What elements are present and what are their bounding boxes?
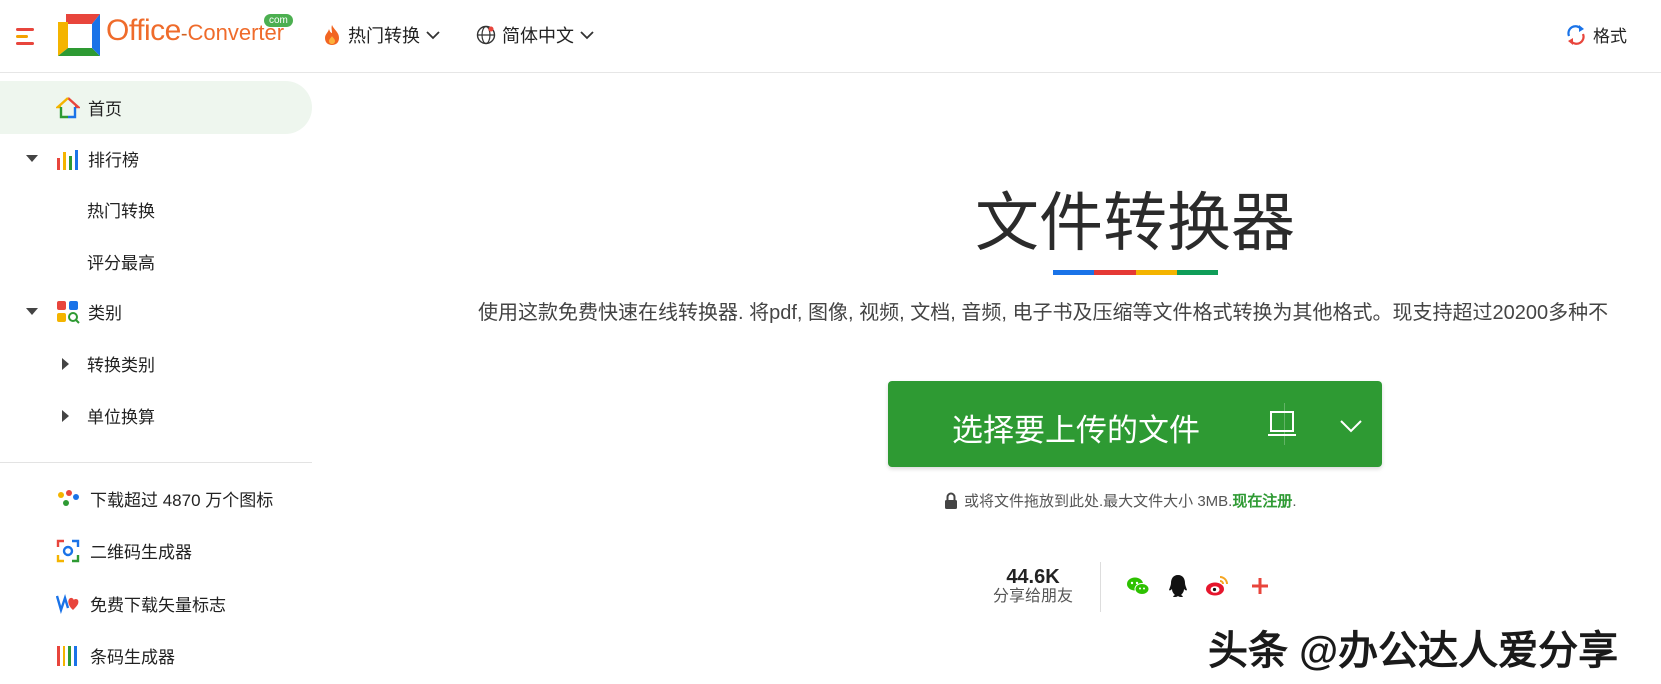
title-bar-segment [1176, 270, 1218, 275]
sidebar: 首页 排行榜 热门转换 评分最高 类别 转换类别 单位换算 下载超过 4870 … [0, 73, 312, 684]
sidebar-item-home-bg [0, 81, 312, 134]
formats-label: 格式 [1593, 27, 1627, 46]
caret-down-icon [26, 308, 38, 315]
logo-com-badge: com [264, 14, 293, 27]
upload-note-suffix: . [1292, 493, 1297, 510]
sidebar-barcode-label: 条码生成器 [90, 648, 175, 667]
device-upload-icon[interactable] [1268, 411, 1296, 437]
sidebar-unit-conversion-label: 单位换算 [87, 408, 155, 427]
convert-arrows-icon [1567, 24, 1585, 45]
sidebar-item-conversion-category[interactable]: 转换类别 [62, 351, 155, 376]
page-description: 使用这款免费快速在线转换器. 将pdf, 图像, 视频, 文档, 音频, 电子书… [478, 302, 1609, 324]
upload-file-button[interactable]: 选择要上传的文件 [888, 381, 1382, 467]
nav-popular-conversions[interactable]: 热门转换 [322, 22, 440, 48]
caret-right-icon [62, 409, 69, 422]
sidebar-item-unit-conversion[interactable]: 单位换算 [62, 403, 155, 428]
sidebar-popular-label: 热门转换 [87, 202, 155, 221]
sidebar-home-label: 首页 [88, 100, 122, 119]
share-count: 44.6K 分享给朋友 [990, 566, 1076, 606]
hamburger-menu-icon[interactable] [16, 28, 34, 45]
top-header: Office-Converter com 热门转换 简体中文 格式 [0, 0, 1661, 73]
title-underline [1053, 270, 1218, 275]
register-link[interactable]: 现在注册 [1232, 493, 1292, 510]
upload-button-label: 选择要上传的文件 [952, 413, 1200, 448]
sidebar-link-icons[interactable]: 下载超过 4870 万个图标 [56, 486, 273, 511]
upload-note-text: 或将文件拖放到此处.最大文件大小 3MB. [964, 493, 1233, 510]
logo-text: Office-Converter [106, 14, 285, 47]
sidebar-divider [0, 462, 312, 463]
sidebar-icons-label: 下载超过 4870 万个图标 [90, 491, 274, 510]
upload-button-divider [1284, 403, 1285, 445]
heart-logo-icon [56, 593, 79, 614]
fire-icon [325, 25, 339, 45]
dots-icon [58, 489, 79, 506]
chevron-down-icon [426, 30, 440, 39]
share-divider [1100, 562, 1101, 612]
sidebar-category-label: 类别 [88, 304, 122, 323]
sidebar-item-popular[interactable]: 热门转换 [87, 197, 155, 222]
share-count-number: 44.6K [1006, 566, 1060, 588]
sidebar-item-home[interactable]: 首页 [56, 95, 122, 120]
caret-right-icon [62, 357, 69, 370]
sidebar-link-qr-generator[interactable]: 二维码生成器 [56, 538, 192, 563]
qr-scan-icon [56, 539, 80, 562]
plus-share-icon[interactable] [1248, 574, 1272, 598]
title-bar-segment [1094, 270, 1136, 275]
bar-chart-icon [57, 149, 78, 170]
sidebar-top-rated-label: 评分最高 [87, 254, 155, 273]
sidebar-ranking-label: 排行榜 [88, 151, 139, 170]
sidebar-link-barcode-generator[interactable]: 条码生成器 [56, 643, 175, 668]
sidebar-item-top-rated[interactable]: 评分最高 [87, 249, 155, 274]
sidebar-link-vector-logos[interactable]: 免费下载矢量标志 [56, 591, 226, 616]
lock-icon [945, 492, 957, 509]
wechat-icon[interactable] [1126, 574, 1150, 598]
sidebar-conversion-category-label: 转换类别 [87, 356, 155, 375]
sidebar-item-ranking[interactable]: 排行榜 [26, 146, 139, 171]
caret-down-icon [26, 155, 38, 162]
category-grid-icon [57, 300, 80, 324]
nav-language-label: 简体中文 [502, 26, 574, 46]
chevron-down-icon [580, 30, 594, 39]
title-bar-segment [1135, 270, 1177, 275]
nav-language-select[interactable]: 简体中文 [476, 22, 594, 48]
home-icon [56, 96, 80, 118]
watermark: 头条 @办公达人爱分享 [1208, 629, 1619, 673]
nav-popular-label: 热门转换 [348, 26, 420, 46]
formats-link[interactable]: 格式 [1565, 22, 1627, 47]
sidebar-vector-logos-label: 免费下载矢量标志 [90, 596, 226, 615]
title-bar-segment [1053, 270, 1095, 275]
qq-icon[interactable] [1166, 574, 1190, 598]
barcode-icon [57, 645, 77, 666]
sidebar-item-category[interactable]: 类别 [26, 299, 122, 324]
globe-icon [476, 25, 496, 45]
logo-cube-icon [58, 14, 100, 56]
share-count-label: 分享给朋友 [992, 588, 1073, 605]
page-title: 文件转换器 [975, 187, 1295, 259]
weibo-icon[interactable] [1205, 574, 1229, 598]
upload-note: 或将文件拖放到此处.最大文件大小 3MB.现在注册. [944, 490, 1297, 511]
chevron-down-icon[interactable] [1340, 419, 1362, 433]
sidebar-qr-label: 二维码生成器 [90, 543, 192, 562]
